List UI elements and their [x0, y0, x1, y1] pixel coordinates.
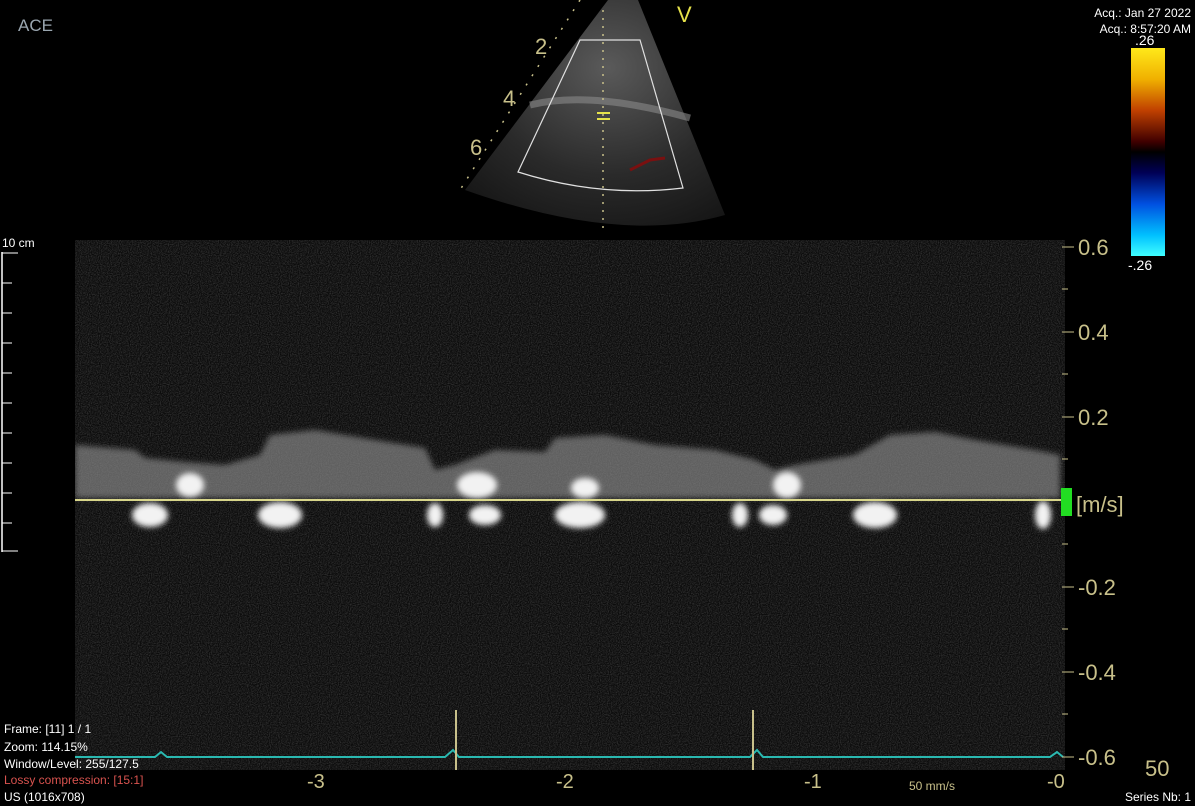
orientation-marker: V: [677, 2, 692, 27]
velocity-tick-label: 0.6: [1078, 235, 1109, 260]
color-scale-bar: [1131, 48, 1165, 256]
baseline-marker[interactable]: [1061, 488, 1072, 516]
time-tick-label: -2: [556, 771, 574, 793]
time-tick-label: -0: [1047, 771, 1065, 793]
velocity-tick-label: -0.6: [1078, 745, 1116, 770]
colorbar-top-label: .26: [1135, 32, 1155, 48]
depth-label-4: 4: [503, 86, 516, 111]
depth-scale-label: 10 cm: [2, 236, 35, 250]
lossy-compression-info: Lossy compression: [15:1]: [4, 773, 144, 787]
sector-fan: [465, 0, 725, 226]
velocity-tick-label: -0.4: [1078, 660, 1116, 685]
velocity-tick-label: -0.2: [1078, 575, 1116, 600]
time-tick-label: -1: [804, 771, 822, 793]
velocity-unit: [m/s]: [1076, 492, 1124, 517]
zoom-info: Zoom: 114.15%: [4, 740, 88, 754]
series-info: Series Nb: 1: [1124, 790, 1191, 804]
modality-info: US (1016x708): [4, 790, 85, 804]
window-level-info: Window/Level: 255/127.5: [4, 757, 139, 771]
time-tick-label: -3: [307, 771, 325, 793]
sweep-speed: 50 mm/s: [909, 779, 956, 793]
gain-value: 50: [1145, 756, 1170, 781]
frame-info: Frame: [11] 1 / 1: [4, 722, 92, 736]
velocity-tick-label: 0.4: [1078, 320, 1109, 345]
colorbar-bottom-label: -.26: [1128, 257, 1153, 273]
depth-label-6: 6: [470, 135, 483, 160]
sector-image: [459, 0, 725, 230]
depth-label-2: 2: [535, 34, 548, 59]
acquisition-date: Acq.: Jan 27 2022: [1094, 6, 1191, 20]
depth-scale-ruler: [1, 252, 18, 552]
velocity-tick-label: 0.2: [1078, 405, 1109, 430]
app-label: ACE: [18, 16, 53, 35]
spectral-doppler-display: [75, 240, 1065, 770]
